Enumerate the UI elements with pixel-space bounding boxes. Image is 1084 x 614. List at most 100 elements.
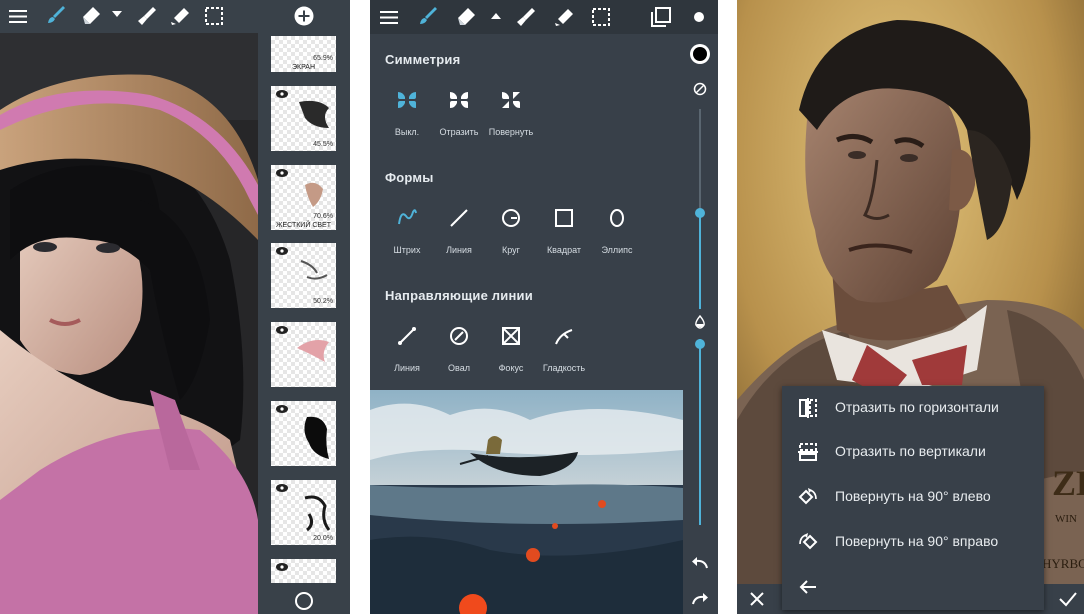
layer-blend-name: ЖЕСТКИЙ СВЕТ <box>276 222 331 229</box>
fill-icon[interactable] <box>554 7 574 27</box>
layer-preview <box>304 416 329 459</box>
brush-icon[interactable] <box>47 6 67 26</box>
layer-preview <box>304 495 331 532</box>
brush-icon[interactable] <box>419 7 439 27</box>
opacity-slider-track[interactable] <box>699 339 701 525</box>
eye-icon[interactable] <box>276 405 288 413</box>
square-icon[interactable] <box>554 208 574 228</box>
line-label: Линия <box>446 245 472 255</box>
eye-icon[interactable] <box>276 247 288 255</box>
layer-thumb[interactable] <box>271 322 336 387</box>
opacity-slider-handle[interactable] <box>695 339 705 349</box>
layer-thumb[interactable]: 45.5% <box>271 86 336 151</box>
redo-icon[interactable] <box>690 591 710 607</box>
undo-icon[interactable] <box>690 555 710 571</box>
layer-blend-name: ЭКРАН <box>291 64 316 71</box>
tools-menu: Симметрия Выкл. Отразить Повернуть Формы… <box>370 34 683 390</box>
layer-opacity: 45.5% <box>313 141 333 148</box>
bg-text: HYRBO <box>1042 556 1084 571</box>
eraser-icon[interactable] <box>456 7 476 27</box>
color-picker-icon[interactable] <box>689 43 711 65</box>
symmetry-rotate-label: Повернуть <box>488 127 534 137</box>
layer-opacity: 20.0% <box>313 535 333 542</box>
back-item[interactable] <box>782 565 1044 609</box>
flip-horizontal-item[interactable]: Отразить по горизонтали <box>782 386 1044 430</box>
guide-line-icon[interactable] <box>397 326 417 346</box>
color-dot-icon[interactable] <box>693 11 705 23</box>
square-label: Квадрат <box>546 245 582 255</box>
canvas-artwork[interactable] <box>0 0 258 614</box>
size-slider-fill <box>699 212 701 309</box>
slider-column <box>683 34 718 614</box>
no-opacity-icon[interactable] <box>693 82 707 96</box>
guides-screen: Симметрия Выкл. Отразить Повернуть Формы… <box>370 0 718 614</box>
close-icon[interactable] <box>749 591 765 607</box>
guide-line-label: Линия <box>394 363 420 373</box>
circle-label: Круг <box>502 245 520 255</box>
menu-item-label: Отразить по вертикали <box>835 443 986 459</box>
layer-thumb[interactable]: 65.9% ЭКРАН <box>271 36 336 72</box>
circle-shape-icon[interactable] <box>501 208 521 228</box>
eraser-icon[interactable] <box>81 6 101 26</box>
opacity-drop-icon[interactable] <box>694 315 706 329</box>
eye-icon[interactable] <box>276 326 288 334</box>
rotate-left-item[interactable]: Повернуть на 90° влево <box>782 475 1044 519</box>
layer-thumb[interactable] <box>271 559 336 583</box>
stroke-icon[interactable] <box>397 208 417 228</box>
layer-preview <box>305 182 323 207</box>
guide-focus-label: Фокус <box>498 363 524 373</box>
flip-vertical-icon <box>798 443 818 461</box>
guide-oval-label: Овал <box>448 363 470 373</box>
top-toolbar <box>0 0 258 33</box>
ellipse-label: Эллипс <box>601 245 633 255</box>
menu-icon[interactable] <box>9 9 27 24</box>
layer-thumb[interactable] <box>271 401 336 466</box>
layer-preview <box>297 340 329 362</box>
eye-icon[interactable] <box>276 563 288 571</box>
layer-thumb[interactable]: 20.0% <box>271 480 336 545</box>
bg-text: ZEI <box>1052 463 1084 503</box>
chevron-down-icon[interactable] <box>112 11 122 19</box>
selection-icon[interactable] <box>204 6 224 26</box>
add-layer-icon[interactable] <box>294 6 314 26</box>
size-slider-handle[interactable] <box>695 208 705 218</box>
menu-item-label: Повернуть на 90° вправо <box>835 533 999 549</box>
rotate-right-icon <box>799 533 818 550</box>
smudge-icon[interactable] <box>516 7 536 27</box>
eye-icon[interactable] <box>276 169 288 177</box>
layer-thumb[interactable]: 50.2% <box>271 243 336 308</box>
symmetry-mirror-icon[interactable] <box>449 90 469 110</box>
layers-icon[interactable] <box>651 7 671 27</box>
fill-icon[interactable] <box>170 6 190 26</box>
guide-oval-icon[interactable] <box>449 326 469 346</box>
transform-menu: Отразить по горизонтали Отразить по верт… <box>782 386 1044 610</box>
guide-focus-icon[interactable] <box>501 326 521 346</box>
stroke-label: Штрих <box>393 245 421 255</box>
smudge-icon[interactable] <box>137 6 157 26</box>
rotate-right-item[interactable]: Повернуть на 90° вправо <box>782 520 1044 564</box>
section-title-shapes: Формы <box>385 170 434 185</box>
transform-screen: ZEI WIN HYRBO Отразить по горизонтали От… <box>737 0 1084 614</box>
flip-vertical-item[interactable]: Отразить по вертикали <box>782 430 1044 474</box>
selection-icon[interactable] <box>591 7 611 27</box>
guide-smoothing-icon[interactable] <box>554 326 574 346</box>
line-icon[interactable] <box>449 208 469 228</box>
menu-item-label: Повернуть на 90° влево <box>835 488 991 504</box>
chevron-up-icon[interactable] <box>491 13 501 20</box>
layer-preview <box>300 260 328 280</box>
symmetry-off-icon[interactable] <box>397 90 417 110</box>
eye-icon[interactable] <box>276 484 288 492</box>
menu-icon[interactable] <box>380 10 398 25</box>
ellipse-icon[interactable] <box>607 208 627 228</box>
symmetry-rotate-icon[interactable] <box>501 90 521 110</box>
layer-opacity: 70.6% <box>313 213 333 220</box>
eye-icon[interactable] <box>276 90 288 98</box>
layer-preview <box>299 100 329 128</box>
menu-item-label: Отразить по горизонтали <box>835 399 999 415</box>
guide-smoothing-label: Гладкость <box>542 363 586 373</box>
canvas-artwork[interactable] <box>370 390 683 614</box>
check-icon[interactable] <box>1059 591 1077 607</box>
circle-icon[interactable] <box>294 591 314 611</box>
bg-text: WIN <box>1055 513 1077 525</box>
layer-thumb[interactable]: 70.6% ЖЕСТКИЙ СВЕТ <box>271 165 336 230</box>
